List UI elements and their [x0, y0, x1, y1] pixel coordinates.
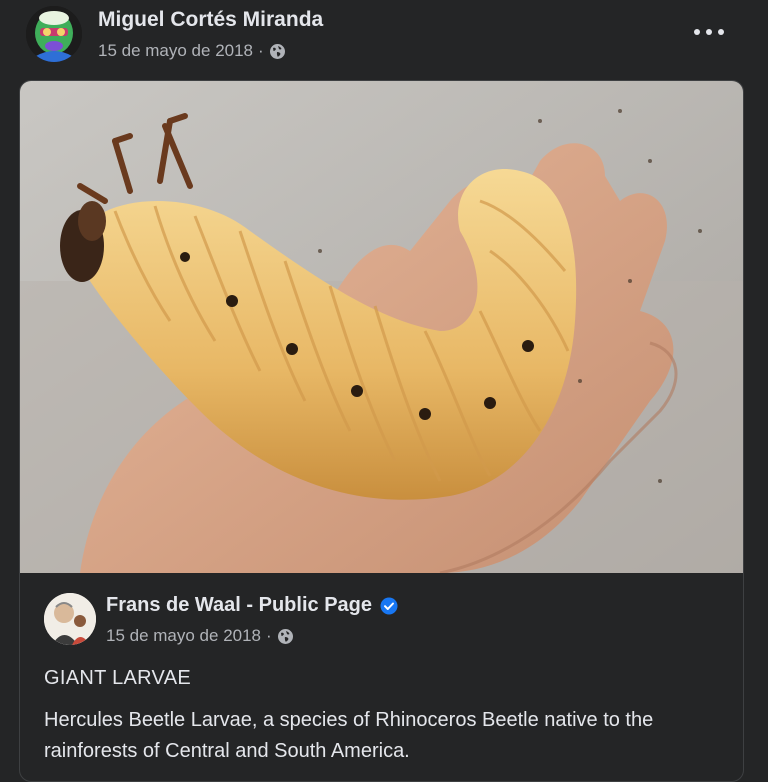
page-name-label[interactable]: Frans de Waal - Public Page [106, 594, 372, 617]
globe-icon [269, 43, 286, 60]
post-date[interactable]: 15 de mayo de 2018 [98, 41, 253, 61]
larva-photo[interactable] [20, 81, 743, 575]
shared-post-meta: 15 de mayo de 2018 · [106, 626, 294, 646]
page-avatar[interactable] [44, 593, 96, 645]
shared-post-date[interactable]: 15 de mayo de 2018 [106, 626, 261, 646]
post-meta: 15 de mayo de 2018 · [98, 41, 286, 61]
post-body-text: Hercules Beetle Larvae, a species of Rhi… [44, 709, 654, 762]
author-avatar[interactable] [26, 6, 82, 62]
shared-post-card[interactable]: Frans de Waal - Public Page 15 de mayo d… [19, 80, 744, 782]
post-title: GIANT LARVAE [44, 667, 191, 689]
meta-separator: · [258, 41, 264, 60]
meta-separator: · [266, 626, 272, 645]
post-header: Miguel Cortés Miranda 15 de mayo de 2018… [0, 0, 768, 76]
more-options-icon[interactable] [694, 22, 724, 42]
author-name[interactable]: Miguel Cortés Miranda [98, 8, 323, 32]
verified-badge-icon [380, 597, 398, 615]
page-name[interactable]: Frans de Waal - Public Page [106, 594, 398, 617]
globe-icon [277, 628, 294, 645]
